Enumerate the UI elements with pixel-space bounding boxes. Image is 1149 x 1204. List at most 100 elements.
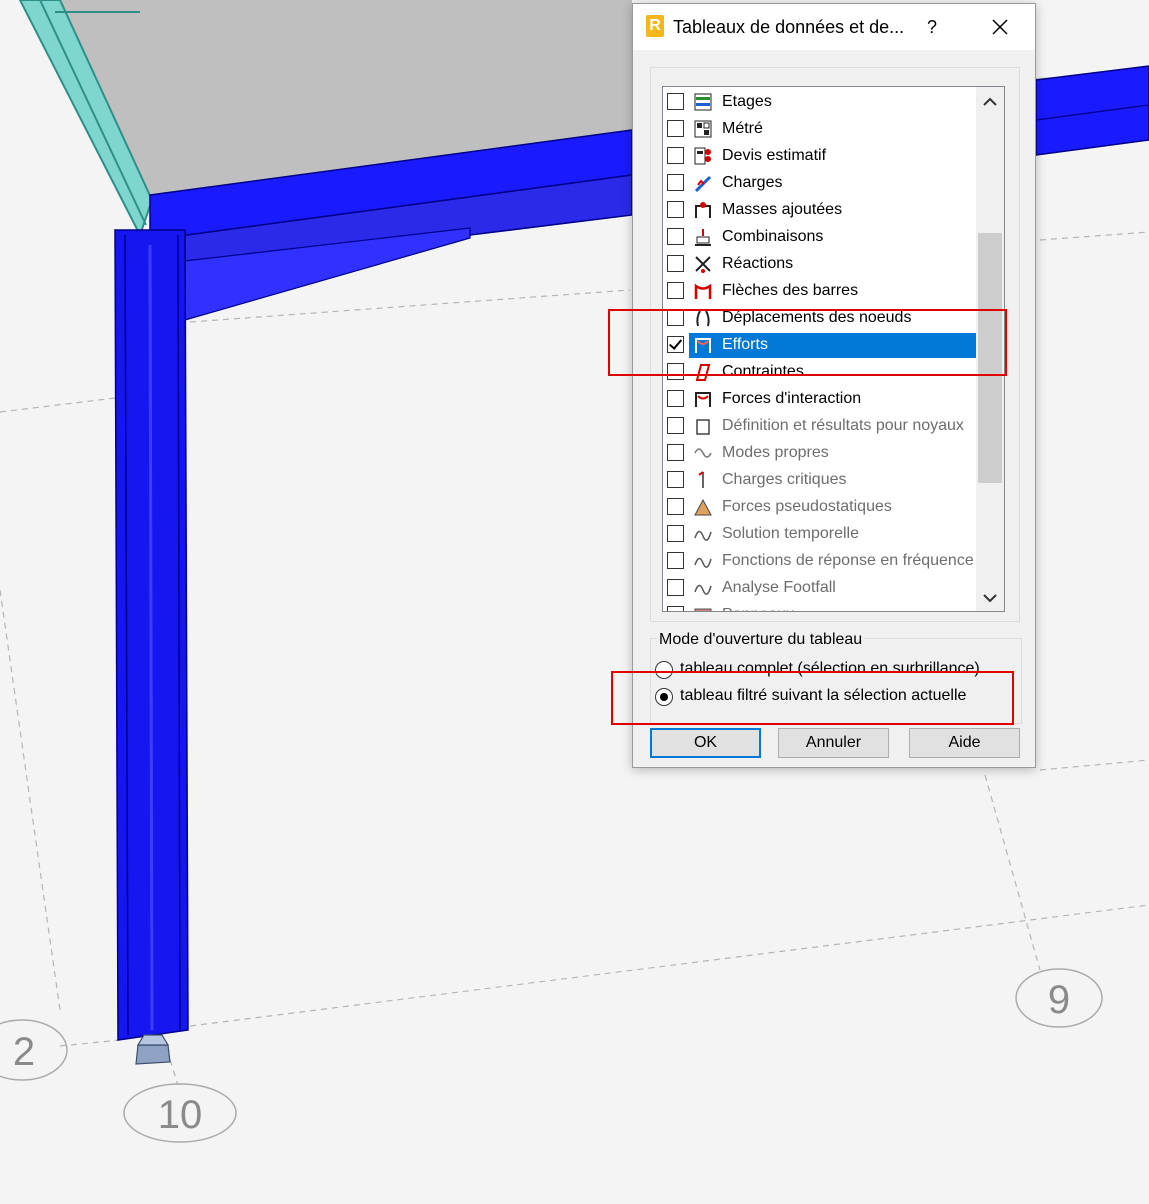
radio-full-table[interactable]: tableau complet (sélection en surbrillan…	[655, 658, 1015, 682]
robot-app-icon: R	[646, 15, 664, 37]
list-item[interactable]: Forces pseudostatiques	[663, 494, 976, 521]
interaction-forces-icon	[695, 392, 711, 407]
panels-icon	[694, 608, 712, 611]
node-displacement-icon	[696, 310, 710, 327]
list-item-checkbox[interactable]	[667, 255, 684, 272]
stresses-icon	[695, 364, 711, 381]
list-item-checkbox[interactable]	[667, 363, 684, 380]
list-item-checkbox[interactable]	[667, 417, 684, 434]
list-item[interactable]: Efforts	[663, 332, 976, 359]
list-item[interactable]: Charges critiques	[663, 467, 976, 494]
svg-text:9: 9	[1048, 978, 1070, 1022]
list-item-checkbox[interactable]	[667, 282, 684, 299]
loads-icon	[694, 175, 712, 193]
list-item-label: Métré	[722, 120, 763, 137]
dialog-titlebar[interactable]: R Tableaux de données et de... ?	[633, 4, 1035, 50]
eigenmodes-icon	[694, 448, 712, 458]
list-item-label: Masses ajoutées	[722, 201, 843, 218]
list-item-label: Panneaux	[722, 606, 794, 611]
list-item-checkbox[interactable]	[667, 228, 684, 245]
table-list[interactable]: Etages Métré Devis estimatif Charges Masses …	[662, 86, 1005, 612]
list-item-checkbox[interactable]	[667, 336, 684, 353]
added-masses-icon	[695, 202, 711, 218]
svg-text:10: 10	[158, 1093, 203, 1137]
list-item[interactable]: Solution temporelle	[663, 521, 976, 548]
list-item[interactable]: Définition et résultats pour noyaux	[663, 413, 976, 440]
list-item-label: Contraintes	[722, 363, 804, 380]
list-item-label: Efforts	[722, 336, 768, 353]
list-item-checkbox[interactable]	[667, 201, 684, 218]
estimate-icon	[694, 147, 711, 165]
list-item[interactable]: Flèches des barres	[663, 278, 976, 305]
pseudostatic-forces-icon	[694, 498, 712, 516]
radio-full-table-button[interactable]	[655, 661, 673, 679]
forces-icon	[695, 338, 711, 353]
list-scrollbar[interactable]	[976, 87, 1004, 611]
help-question-button[interactable]: ?	[919, 14, 945, 40]
list-item[interactable]: Devis estimatif	[663, 143, 976, 170]
list-item[interactable]: Charges	[663, 170, 976, 197]
list-item-label: Flèches des barres	[722, 282, 859, 299]
scroll-up-button[interactable]	[976, 89, 1004, 115]
list-item-checkbox[interactable]	[667, 552, 684, 569]
list-item-checkbox[interactable]	[667, 174, 684, 191]
list-item-checkbox[interactable]	[667, 525, 684, 542]
radio-full-table-label: tableau complet (sélection en surbrillan…	[680, 660, 980, 677]
list-item-label: Déplacements des noeuds	[722, 309, 912, 326]
list-item[interactable]: Modes propres	[663, 440, 976, 467]
open-mode-label: Mode d'ouverture du tableau	[657, 631, 865, 649]
reactions-icon	[695, 256, 711, 273]
list-item-label: Forces d'interaction	[722, 390, 862, 407]
list-item[interactable]: Panneaux	[663, 602, 976, 611]
chevron-up-icon	[983, 97, 997, 106]
list-item[interactable]: Forces d'interaction	[663, 386, 976, 413]
tables-dialog: R Tableaux de données et de... ? Etages M…	[632, 3, 1036, 768]
list-item-label: Modes propres	[722, 444, 829, 461]
list-item-label: Devis estimatif	[722, 147, 827, 164]
list-item[interactable]: Réactions	[663, 251, 976, 278]
frequency-response-icon	[694, 557, 712, 568]
list-item[interactable]: Combinaisons	[663, 224, 976, 251]
cores-icon	[696, 419, 710, 435]
list-item-checkbox[interactable]	[667, 471, 684, 488]
list-item-label: Etages	[722, 93, 772, 110]
list-item-label: Fonctions de réponse en fréquence (	[722, 552, 984, 569]
cancel-button[interactable]: Annuler	[778, 728, 889, 758]
close-button[interactable]	[985, 13, 1015, 41]
floors-icon	[694, 93, 712, 111]
list-item-label: Définition et résultats pour noyaux	[722, 417, 964, 434]
list-item-checkbox[interactable]	[667, 444, 684, 461]
list-item[interactable]: Masses ajoutées	[663, 197, 976, 224]
time-history-icon	[694, 530, 712, 541]
list-item-checkbox[interactable]	[667, 309, 684, 326]
list-item[interactable]: Déplacements des noeuds	[663, 305, 976, 332]
radio-filtered-table-button[interactable]	[655, 688, 673, 706]
radio-filtered-table[interactable]: tableau filtré suivant la sélection actu…	[655, 685, 1015, 709]
list-item[interactable]: Etages	[663, 89, 976, 116]
list-item[interactable]: Analyse Footfall	[663, 575, 976, 602]
list-item-checkbox[interactable]	[667, 579, 684, 596]
list-item-checkbox[interactable]	[667, 606, 684, 611]
list-item[interactable]: Métré	[663, 116, 976, 143]
list-item[interactable]: Contraintes	[663, 359, 976, 386]
list-item-label: Analyse Footfall	[722, 579, 836, 596]
dialog-title: Tableaux de données et de...	[673, 17, 905, 37]
column-base	[135, 1044, 171, 1065]
list-item-checkbox[interactable]	[667, 390, 684, 407]
help-button[interactable]: Aide	[909, 728, 1020, 758]
footfall-icon	[694, 584, 712, 595]
list-item-label: Forces pseudostatiques	[722, 498, 892, 515]
list-item-checkbox[interactable]	[667, 120, 684, 137]
list-item-label: Solution temporelle	[722, 525, 859, 542]
scroll-thumb[interactable]	[978, 233, 1002, 483]
list-item[interactable]: Fonctions de réponse en fréquence (	[663, 548, 984, 575]
list-item-label: Réactions	[722, 255, 794, 272]
ok-button[interactable]: OK	[650, 728, 761, 758]
list-item-label: Charges critiques	[722, 471, 847, 488]
bar-deflection-icon	[694, 283, 712, 299]
list-item-checkbox[interactable]	[667, 93, 684, 110]
list-item-checkbox[interactable]	[667, 498, 684, 515]
scroll-down-button[interactable]	[976, 585, 1004, 611]
list-item-checkbox[interactable]	[667, 147, 684, 164]
list-item-label: Charges	[722, 174, 783, 191]
